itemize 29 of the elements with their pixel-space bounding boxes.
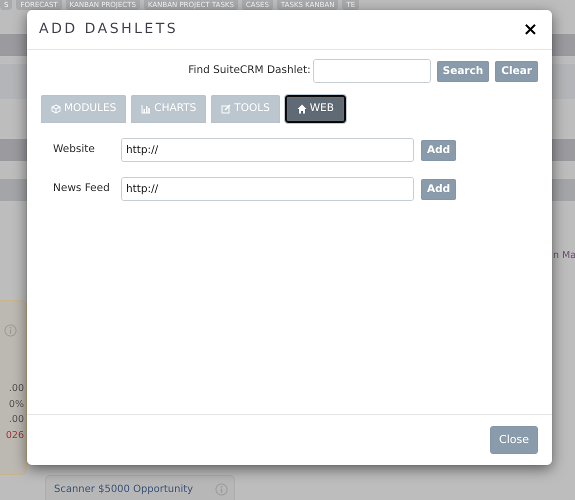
link-text[interactable]: n Ma xyxy=(553,249,575,264)
url-field[interactable]: http:// xyxy=(121,138,414,162)
info-icon[interactable] xyxy=(215,482,228,495)
dashlet-tab[interactable]: CHARTS xyxy=(131,95,206,123)
close-button[interactable]: × xyxy=(522,20,538,38)
add-button[interactable]: Add xyxy=(421,178,456,200)
search-label: Find SuiteCRM Dashlet: xyxy=(188,63,311,78)
field-value: 026 xyxy=(4,428,24,442)
card-title[interactable]: Scanner $5000 Opportunity xyxy=(54,482,194,500)
info-icon[interactable] xyxy=(4,323,17,336)
bar-chart-icon xyxy=(141,104,152,114)
home-icon xyxy=(296,104,307,114)
field-value: .00 xyxy=(8,413,24,427)
dashlet-tab[interactable]: TOOLS xyxy=(211,95,280,123)
dialog-title: ADD DASHLETS xyxy=(39,21,178,38)
field-label: News Feed xyxy=(53,181,111,196)
search-action-button[interactable]: Search xyxy=(436,60,490,82)
field-value: .00 xyxy=(8,382,24,396)
field-label: Website xyxy=(53,142,96,158)
close-button[interactable]: Close xyxy=(490,426,538,454)
cube-icon xyxy=(51,104,61,114)
url-field[interactable]: http:// xyxy=(121,177,414,201)
edit-icon xyxy=(221,104,232,114)
field-value: 0% xyxy=(8,398,24,412)
search-field[interactable] xyxy=(312,59,431,83)
dashlet-tab[interactable]: MODULES xyxy=(41,95,126,123)
dashlet-tab[interactable]: WEB xyxy=(284,95,346,123)
search-action-button[interactable]: Clear xyxy=(495,60,538,82)
add-button[interactable]: Add xyxy=(421,140,456,160)
